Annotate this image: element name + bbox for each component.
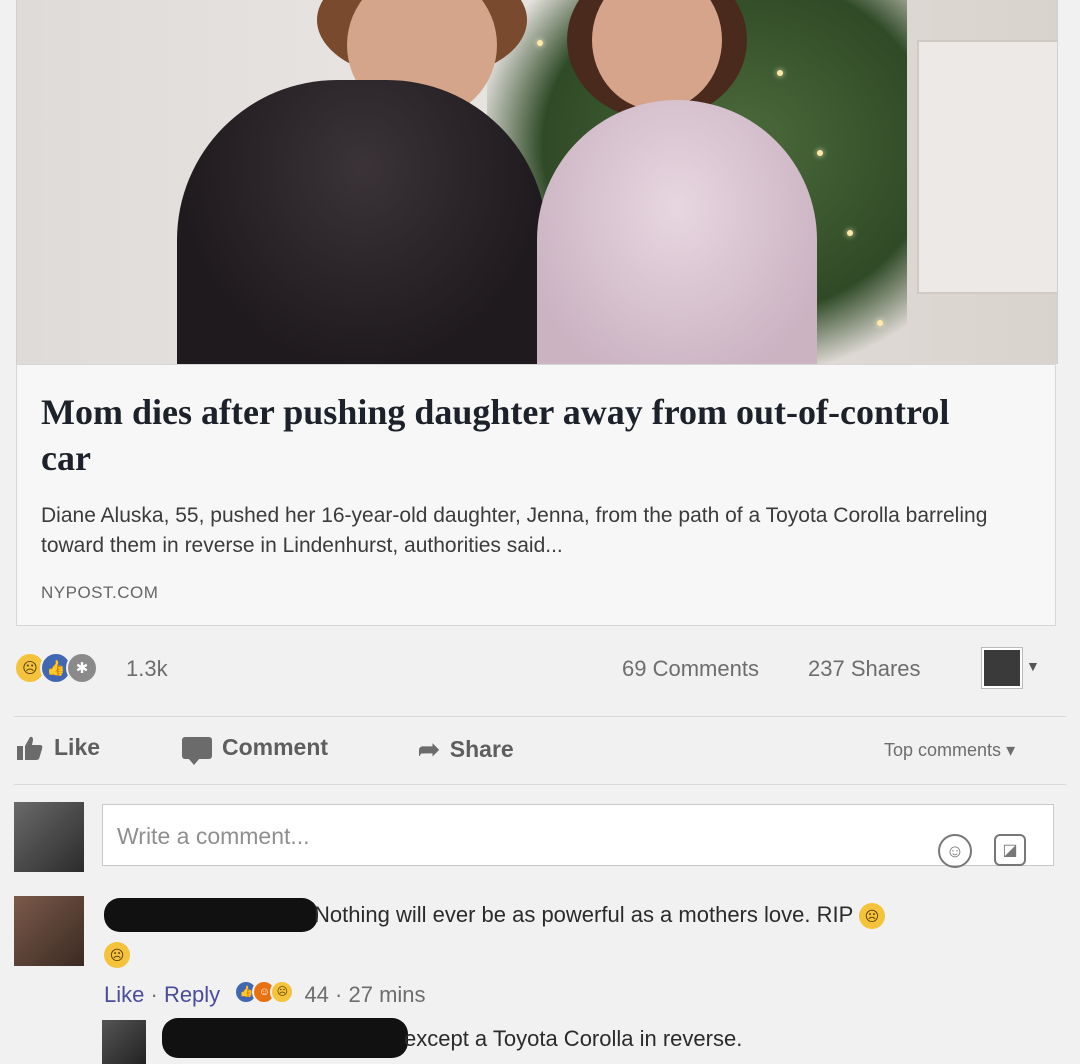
comments-count[interactable]: 69 Comments: [622, 656, 759, 682]
sort-comments-dropdown[interactable]: Top comments ▾: [884, 740, 1015, 761]
share-arrow-icon: ➦: [418, 734, 440, 764]
comment-text: Nothing will ever be as powerful as a mo…: [314, 902, 885, 930]
share-button[interactable]: ➦ Share: [418, 734, 514, 765]
sad-reaction-icon: ☹: [270, 980, 295, 1004]
redacted-name: [162, 1018, 408, 1058]
comment-like-link[interactable]: Like: [104, 982, 144, 1007]
commenter-avatar[interactable]: [14, 896, 84, 966]
comment-meta: Like · Reply 👍 ☺ ☹ 44 · 27 mins: [104, 980, 426, 1007]
tree-light: [847, 230, 853, 236]
reaction-count[interactable]: 1.3k: [126, 656, 168, 682]
wow-reaction-icon[interactable]: ✱: [66, 652, 98, 684]
like-button[interactable]: Like: [16, 734, 100, 761]
reply-avatar[interactable]: [102, 1020, 146, 1064]
comment-reply-link[interactable]: Reply: [164, 982, 220, 1007]
redacted-name: [104, 898, 318, 932]
comment-input[interactable]: Write a comment...: [102, 804, 1054, 866]
chevron-down-icon: ▾: [1006, 740, 1016, 760]
page-avatar[interactable]: [982, 648, 1022, 688]
divider: [14, 784, 1066, 785]
sticker-icon[interactable]: ◪: [994, 834, 1026, 866]
comment-composer: Write a comment...: [0, 790, 1080, 880]
user-avatar[interactable]: [14, 802, 84, 872]
divider: [14, 716, 1066, 717]
article-source: NYPOST.COM: [41, 583, 159, 602]
tree-light: [777, 70, 783, 76]
mother-figure: [177, 80, 547, 364]
like-label: Like: [54, 734, 101, 760]
article-headline[interactable]: Mom dies after pushing daughter away fro…: [41, 389, 1001, 481]
comment-icon: [182, 736, 212, 765]
sort-label: Top comments: [884, 740, 1002, 760]
background-window: [917, 40, 1057, 294]
comment: Nothing will ever be as powerful as a mo…: [0, 890, 1080, 1010]
link-card[interactable]: Mom dies after pushing daughter away fro…: [16, 364, 1056, 626]
action-bar: Like Comment ➦ Share Top comments ▾: [0, 722, 1080, 782]
shares-count[interactable]: 237 Shares: [808, 656, 921, 682]
comment-label: Comment: [222, 734, 329, 760]
article-description: Diane Aluska, 55, pushed her 16-year-old…: [41, 504, 988, 557]
crying-emoji-icon: ☹: [858, 903, 885, 930]
emoji-icon[interactable]: ☺: [938, 834, 972, 868]
reply-text: except a Toyota Corolla in reverse.: [404, 1026, 743, 1051]
comment-reactions[interactable]: 👍 ☺ ☹: [226, 980, 298, 1004]
comment-reaction-count: 44: [304, 982, 329, 1007]
tree-light: [877, 320, 883, 326]
daughter-figure: [537, 100, 817, 364]
share-label: Share: [449, 736, 514, 762]
tree-light: [537, 40, 543, 46]
comment-button[interactable]: Comment: [182, 734, 329, 765]
article-photo[interactable]: [16, 0, 1058, 364]
engagement-stats: ☹ 👍 ✱ 1.3k 69 Comments 237 Shares ▼: [0, 640, 1080, 712]
thumbs-up-icon: [17, 736, 43, 760]
chevron-down-icon[interactable]: ▼: [1026, 658, 1040, 674]
tree-light: [817, 150, 823, 156]
crying-emoji-icon: ☹: [104, 942, 130, 968]
reply-comment: except a Toyota Corolla in reverse.: [0, 1014, 1080, 1064]
comment-time: 27 mins: [348, 982, 426, 1007]
comment-body: Nothing will ever be as powerful as a mo…: [314, 902, 853, 927]
